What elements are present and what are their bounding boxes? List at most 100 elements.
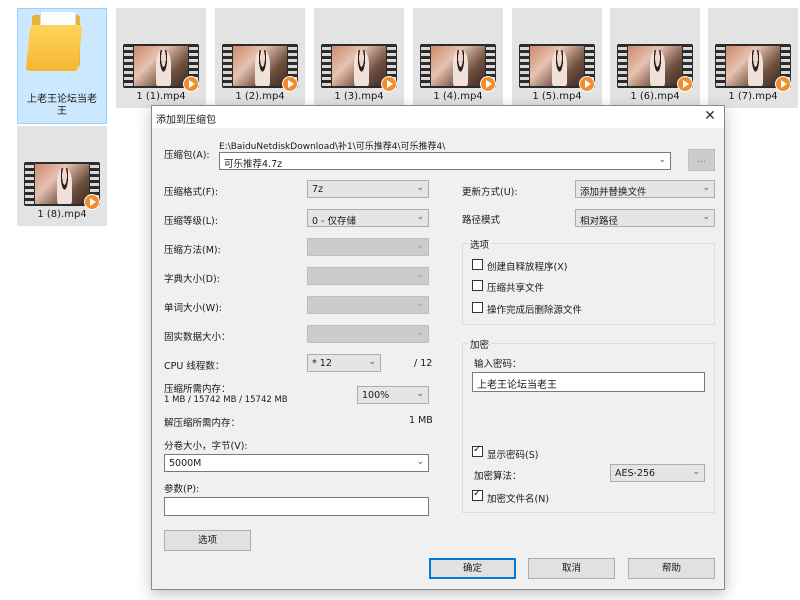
level-value: 0 - 仅存储 (312, 216, 357, 227)
video-thumbnail-icon (420, 44, 496, 92)
desktop: 上老王论坛当老 王 1 (1).mp4 1 (2).mp4 1 (3).mp4 … (0, 0, 800, 600)
ok-button[interactable]: 确定 (429, 558, 516, 579)
mem-decompress-value: 1 MB (409, 415, 433, 426)
dict-select[interactable]: ⌄ (307, 267, 429, 285)
file-name: 1 (6).mp4 (630, 91, 680, 102)
dict-label: 字典大小(D): (164, 274, 220, 285)
update-value: 添加并替换文件 (580, 187, 647, 198)
chevron-down-icon: ⌄ (416, 328, 424, 338)
pathmode-select[interactable]: 相对路径 ⌄ (575, 209, 715, 227)
file-name: 1 (1).mp4 (136, 91, 186, 102)
video-thumbnail-icon (24, 162, 100, 210)
mem-percent-value: 100% (362, 390, 390, 401)
help-button[interactable]: 帮助 (628, 558, 715, 579)
play-icon (282, 76, 298, 92)
pathmode-label: 路径模式 (462, 215, 501, 226)
chevron-down-icon: ⌄ (702, 212, 710, 222)
volume-label: 分卷大小，字节(V): (164, 441, 248, 452)
update-label: 更新方式(U): (462, 187, 518, 198)
update-select[interactable]: 添加并替换文件 ⌄ (575, 180, 715, 198)
show-password-label: 显示密码(S) (487, 450, 539, 461)
params-input[interactable] (164, 497, 429, 516)
chevron-down-icon: ⌄ (416, 212, 424, 222)
enc-method-label: 加密算法： (474, 471, 522, 482)
video-tile[interactable]: 1 (6).mp4 (610, 8, 700, 108)
file-name: 1 (2).mp4 (235, 91, 285, 102)
video-thumbnail-icon (519, 44, 595, 92)
close-icon[interactable]: ✕ (702, 108, 718, 124)
play-icon (775, 76, 791, 92)
word-select[interactable]: ⌄ (307, 296, 429, 314)
format-label: 压缩格式(F): (164, 187, 219, 198)
folder-name: 上老王论坛当老 王 (27, 94, 97, 117)
mem-percent-select[interactable]: 100% ⌄ (357, 386, 429, 404)
level-label: 压缩等级(L): (164, 216, 218, 227)
word-label: 单词大小(W): (164, 303, 223, 314)
method-label: 压缩方法(M): (164, 245, 221, 256)
video-thumbnail-icon (321, 44, 397, 92)
solid-label: 固实数据大小： (164, 332, 231, 343)
video-tile[interactable]: 1 (4).mp4 (413, 8, 503, 108)
video-tile[interactable]: 1 (7).mp4 (708, 8, 798, 108)
solid-select[interactable]: ⌄ (307, 325, 429, 343)
chevron-down-icon: ⌄ (702, 183, 710, 193)
method-select[interactable]: ⌄ (307, 238, 429, 256)
file-name: 1 (5).mp4 (532, 91, 582, 102)
folder-tile[interactable]: 上老王论坛当老 王 (17, 8, 107, 124)
shared-checkbox[interactable] (472, 280, 483, 291)
dialog-title: 添加到压缩包 (156, 115, 216, 126)
options-group-title: 选项 (468, 237, 492, 251)
delete-checkbox[interactable] (472, 302, 483, 313)
chevron-down-icon: ⌄ (658, 155, 666, 165)
archive-name-value: 可乐推荐4.7z (224, 159, 283, 170)
chevron-down-icon: ⌄ (416, 299, 424, 309)
threads-select[interactable]: * 12 ⌄ (307, 354, 381, 372)
sfx-label: 创建自释放程序(X) (487, 262, 568, 273)
add-to-archive-dialog: 添加到压缩包 ✕ 压缩包(A): E:\BaiduNetdiskDownload… (151, 105, 725, 590)
video-tile[interactable]: 1 (1).mp4 (116, 8, 206, 108)
level-select[interactable]: 0 - 仅存储 ⌄ (307, 209, 429, 227)
cancel-button[interactable]: 取消 (528, 558, 615, 579)
mem-compress-value: 1 MB / 15742 MB / 15742 MB (164, 395, 288, 405)
mem-compress-label: 压缩所需内存： (164, 384, 231, 395)
format-value: 7z (312, 184, 324, 195)
encrypt-names-checkbox[interactable] (472, 488, 483, 501)
enc-method-select[interactable]: AES-256 ⌄ (610, 464, 705, 482)
file-name: 1 (7).mp4 (728, 91, 778, 102)
archive-label: 压缩包(A): (164, 150, 210, 161)
format-select[interactable]: 7z ⌄ (307, 180, 429, 198)
volume-value: 5000M (169, 458, 202, 469)
chevron-down-icon: ⌄ (416, 270, 424, 280)
chevron-down-icon: ⌄ (416, 241, 424, 251)
delete-label: 操作完成后删除源文件 (487, 305, 583, 316)
show-password-checkbox[interactable] (472, 444, 483, 457)
video-tile[interactable]: 1 (8).mp4 (17, 126, 107, 226)
folder-icon (25, 11, 84, 73)
chevron-down-icon: ⌄ (368, 357, 376, 367)
enc-method-value: AES-256 (615, 468, 656, 479)
file-name: 1 (8).mp4 (37, 209, 87, 220)
threads-label: CPU 线程数： (164, 361, 225, 372)
params-label: 参数(P): (164, 484, 200, 495)
video-thumbnail-icon (222, 44, 298, 92)
volume-combo[interactable]: 5000M ⌄ (164, 454, 429, 472)
threads-value: * 12 (312, 358, 332, 369)
password-label: 输入密码： (474, 359, 522, 370)
dialog-titlebar: 添加到压缩包 ✕ (152, 106, 724, 128)
sfx-checkbox[interactable] (472, 259, 483, 270)
encrypt-group-title: 加密 (468, 337, 492, 351)
video-tile[interactable]: 1 (2).mp4 (215, 8, 305, 108)
video-tile[interactable]: 1 (3).mp4 (314, 8, 404, 108)
archive-path: E:\BaiduNetdiskDownload\补1\可乐推荐4\可乐推荐4\ (219, 142, 446, 152)
encrypt-names-label: 加密文件名(N) (487, 494, 550, 505)
password-input[interactable]: 上老王论坛当老王 (472, 372, 705, 392)
play-icon (579, 76, 595, 92)
play-icon (480, 76, 496, 92)
threads-max: / 12 (414, 358, 433, 369)
options-button[interactable]: 选项 (164, 530, 251, 551)
archive-name-combo[interactable]: 可乐推荐4.7z ⌄ (219, 152, 671, 170)
chevron-down-icon: ⌄ (416, 183, 424, 193)
video-tile[interactable]: 1 (5).mp4 (512, 8, 602, 108)
play-icon (677, 76, 693, 92)
browse-button[interactable]: ... (688, 149, 715, 171)
